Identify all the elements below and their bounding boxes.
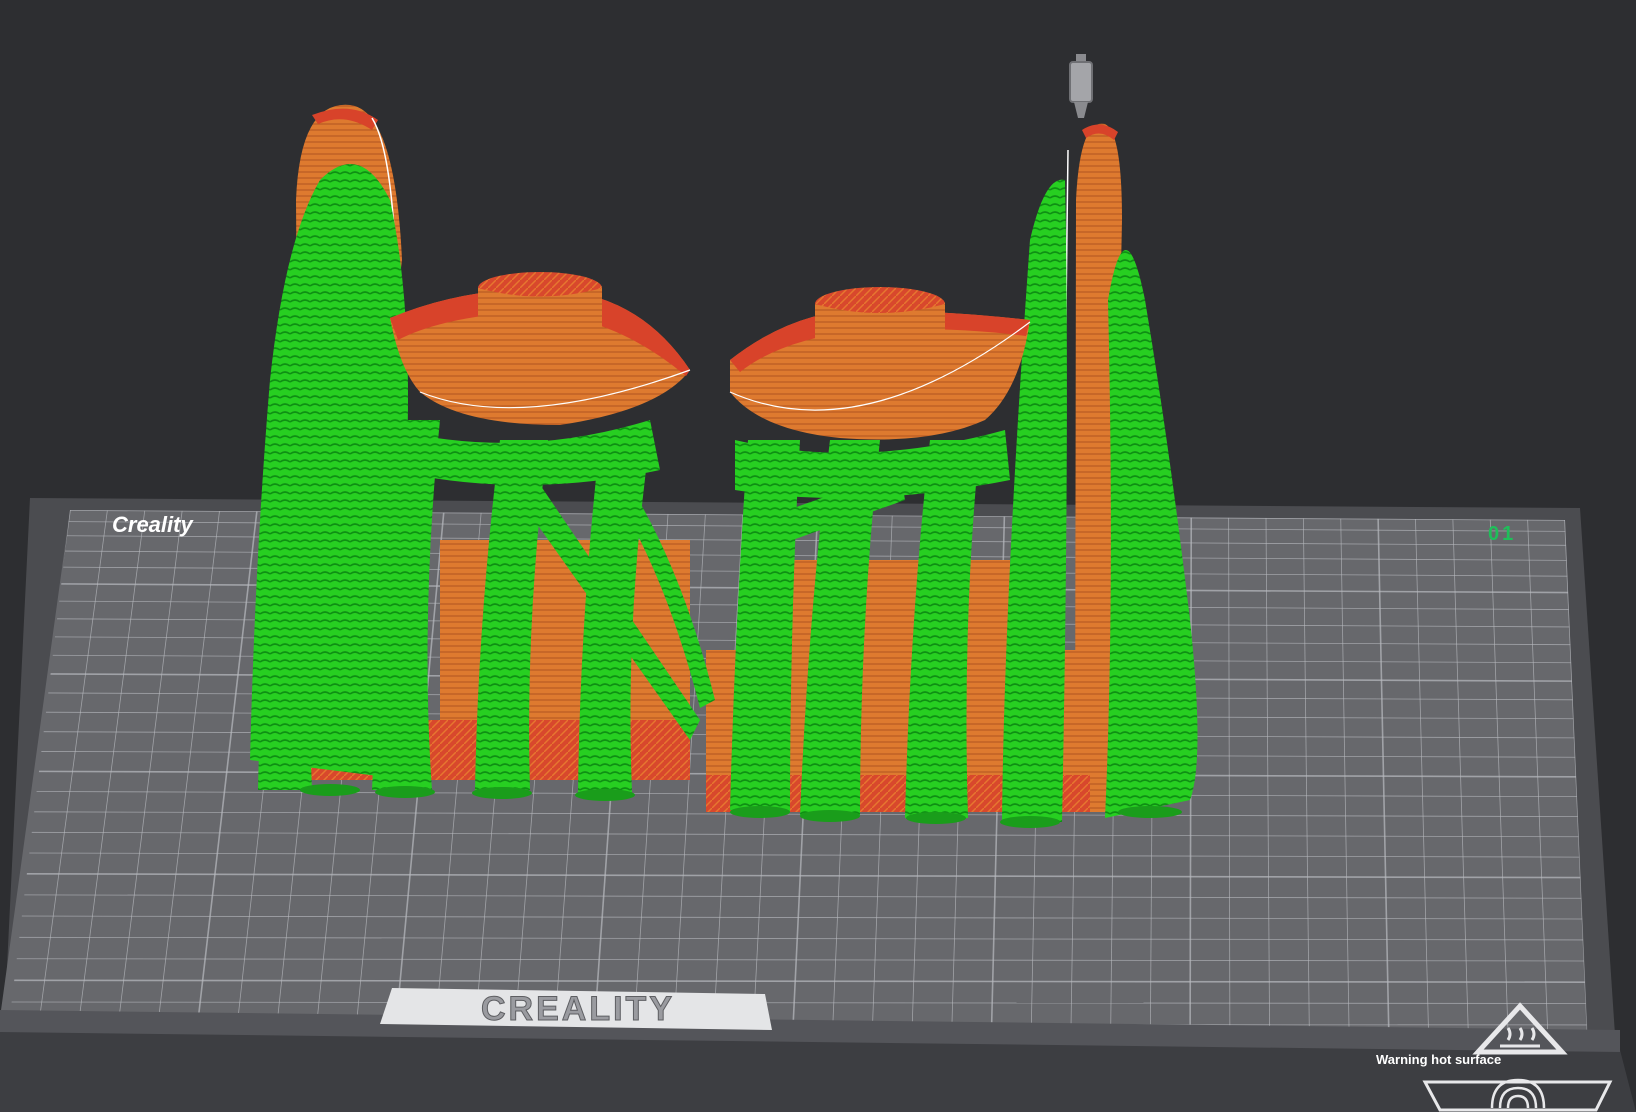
bed-brand-bottom: CREALITY [481,990,675,1028]
bed-brand-bottom-badge: CREALITY [380,988,772,1030]
warning-text: Warning hot surface [1376,1052,1501,1067]
hat-left [390,272,691,425]
bed-brand-top: Creality [112,512,194,537]
nozzle-icon [1069,54,1093,118]
sliced-model-preview[interactable] [250,104,1198,828]
plate-number: 01 [1488,523,1516,545]
hat-right [729,287,1031,440]
3d-viewport[interactable]: Creality 01 CREALITY Warning hot surface [0,0,1636,1112]
